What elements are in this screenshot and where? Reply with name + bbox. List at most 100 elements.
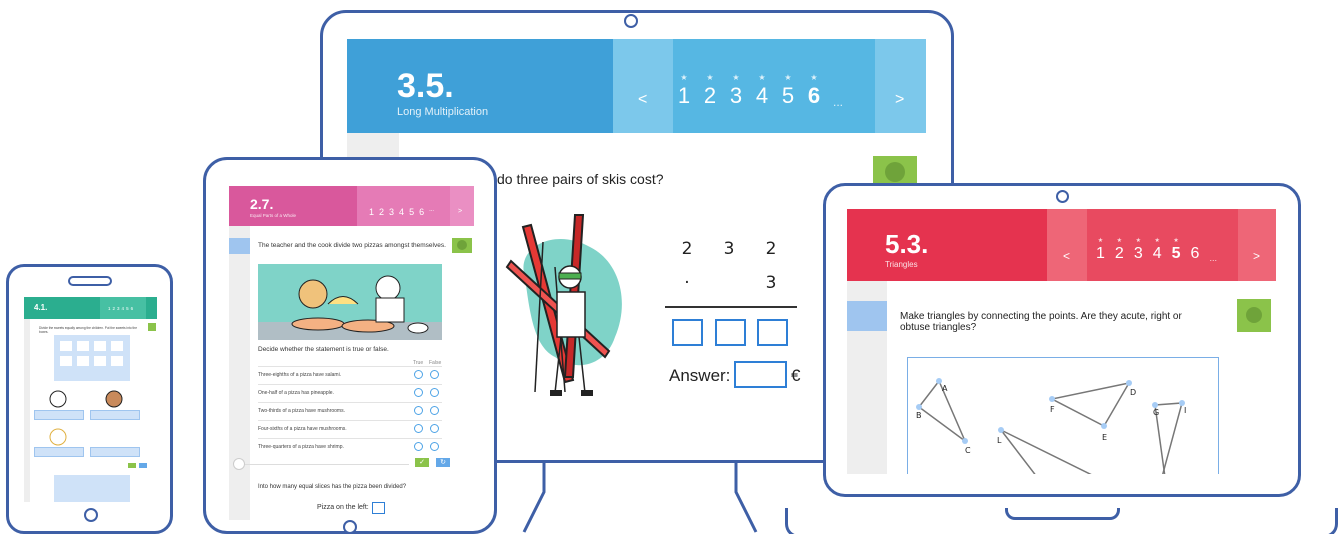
lesson-title: Triangles (885, 260, 918, 269)
phone-home-button[interactable] (84, 508, 98, 522)
next-button[interactable] (450, 186, 474, 226)
sweet-item[interactable] (111, 341, 123, 351)
lesson-number: 2.7. (250, 196, 274, 212)
left-sidebar (229, 226, 250, 520)
sweet-item[interactable] (111, 356, 123, 366)
page-more[interactable]: ... (833, 95, 843, 109)
tablet-home-button[interactable] (343, 520, 357, 534)
sweet-item[interactable] (60, 341, 72, 351)
page-2[interactable]: ★ 2 (1115, 238, 1124, 263)
avatar (148, 323, 156, 331)
sweet-item[interactable] (77, 341, 89, 351)
pizza-illustration (258, 264, 442, 340)
sweets-tray[interactable] (54, 335, 130, 381)
page-2[interactable]: ★ 2 (703, 73, 717, 109)
next-label: > (1253, 249, 1261, 263)
page-2[interactable]: 2 (379, 207, 384, 217)
result-digit-3-input[interactable] (757, 319, 788, 346)
point-label-f: F (1050, 405, 1055, 414)
retry-button[interactable]: ↻ (436, 458, 450, 467)
question-text: Make triangles by connecting the points.… (900, 311, 1182, 333)
laptop-screen: 5.3. Triangles < ★ 1 ★ 2 ★ 3 ★ 4 ★ 5 6 ... > … (847, 209, 1276, 474)
child-2-box[interactable] (90, 410, 140, 420)
lesson-header: 4.1. 1 2 3 4 5 6 (24, 297, 157, 319)
statement-2-false-radio[interactable] (430, 388, 439, 397)
page-3[interactable]: 3 (117, 306, 120, 311)
page-6[interactable]: 6 (1191, 245, 1200, 263)
left-sidebar (24, 319, 30, 502)
page-6[interactable]: 6 (131, 306, 134, 311)
page-1[interactable]: ★ 1 (1096, 238, 1105, 263)
next-button[interactable] (1238, 209, 1276, 281)
page-4[interactable]: ★ 4 (755, 73, 769, 109)
multiply-operator: · (684, 273, 690, 293)
instruction-text: Divide the sweets equally among the chil… (39, 326, 137, 334)
prev-label: < (638, 91, 648, 108)
statement-1-true-radio[interactable] (414, 370, 423, 379)
child-1-face (49, 390, 67, 408)
child-1-box[interactable] (34, 410, 84, 420)
instruction-text: Decide whether the statement is true or … (258, 346, 389, 353)
next-button[interactable] (875, 39, 926, 133)
point-label-b: B (916, 411, 922, 420)
prev-button[interactable] (613, 39, 673, 133)
page-6[interactable]: ★ 6 (807, 73, 821, 109)
statement-3-false-radio[interactable] (430, 406, 439, 415)
sidebar-tab[interactable] (847, 301, 887, 331)
page-5[interactable]: ★ 5 (781, 73, 795, 109)
page-more[interactable]: ... (429, 207, 434, 217)
result-digit-2-input[interactable] (715, 319, 746, 346)
statement-1-false-radio[interactable] (430, 370, 439, 379)
child-4-box[interactable] (90, 447, 140, 457)
child-3-box[interactable] (34, 447, 84, 457)
statement-5-false-radio[interactable] (430, 442, 439, 451)
page-1[interactable]: ★ 1 (677, 73, 691, 109)
sweet-item[interactable] (60, 356, 72, 366)
page-5[interactable]: 5 (126, 306, 129, 311)
sweet-item[interactable] (94, 341, 106, 351)
page-3[interactable]: ★ 3 (729, 73, 743, 109)
page-4[interactable]: 4 (122, 306, 125, 311)
page-1[interactable]: 1 (369, 207, 374, 217)
point-label-i: I (1184, 406, 1186, 415)
page-3[interactable]: 3 (389, 207, 394, 217)
answer-input[interactable] (734, 361, 787, 388)
page-3[interactable]: ★ 3 (1134, 238, 1143, 263)
prev-button[interactable] (1047, 209, 1087, 281)
next-label: > (458, 208, 463, 215)
statement-5-true-radio[interactable] (414, 442, 423, 451)
monitor-camera (624, 14, 638, 28)
check-button[interactable] (128, 463, 136, 468)
intro-text: The teacher and the cook divide two pizz… (258, 242, 446, 249)
page-1[interactable]: 1 (108, 306, 111, 311)
check-button[interactable]: ✓ (415, 458, 429, 467)
tablet-screen: 2.7. Equal Parts of a Whole 1 2 3 4 5 6 … (229, 186, 474, 520)
pager-bar (357, 186, 450, 226)
retry-button[interactable] (139, 463, 147, 468)
avatar (873, 156, 917, 186)
page-5[interactable]: 5 (409, 207, 414, 217)
page-more[interactable]: ... (1209, 253, 1217, 263)
skier-illustration (505, 214, 622, 396)
statement-4-false-radio[interactable] (430, 424, 439, 433)
result-digit-1-input[interactable] (672, 319, 703, 346)
statement-3-true-radio[interactable] (414, 406, 423, 415)
sweets-tray-2[interactable] (54, 475, 130, 502)
page-5[interactable]: ★ 5 (1172, 238, 1181, 263)
sidebar-tab[interactable] (229, 238, 250, 254)
point-label-l: L (997, 436, 1002, 445)
sweet-item[interactable] (77, 356, 89, 366)
point-label-c: C (965, 446, 971, 455)
lesson-number: 4.1. (34, 303, 48, 312)
page-6[interactable]: 6 (419, 207, 424, 217)
page-4[interactable]: ★ 4 (1153, 238, 1162, 263)
statement-2-true-radio[interactable] (414, 388, 423, 397)
sweet-item[interactable] (94, 356, 106, 366)
page-2[interactable]: 2 (113, 306, 116, 311)
point-label-e: E (1102, 433, 1107, 442)
page-4[interactable]: 4 (399, 207, 404, 217)
pizza-left-input[interactable] (372, 502, 385, 514)
scroll-handle[interactable] (233, 458, 245, 470)
statement-4-true-radio[interactable] (414, 424, 423, 433)
lesson-header: 2.7. Equal Parts of a Whole 1 2 3 4 5 6 … (229, 186, 474, 226)
